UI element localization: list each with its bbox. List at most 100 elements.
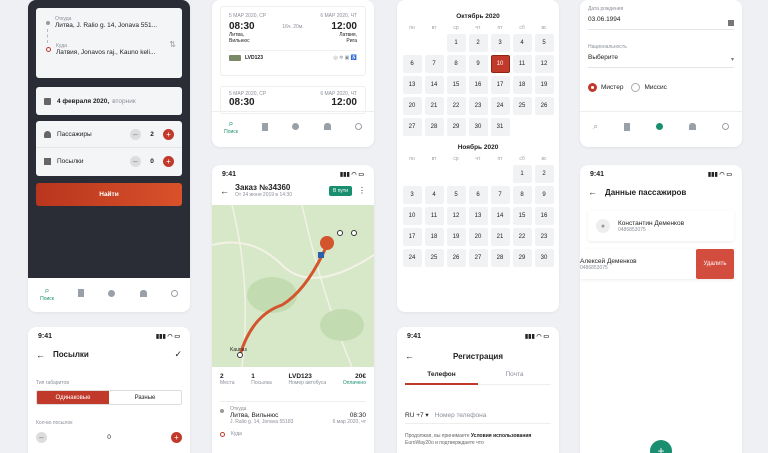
calendar-day[interactable]: 6 [468,186,488,204]
calendar-day[interactable]: 8 [512,186,532,204]
calendar-day[interactable]: 16 [534,207,554,225]
nav-search[interactable]: ⌕ Поиск [40,285,54,302]
passenger-item[interactable]: ● Константин Деменков 0486853075 [588,211,734,241]
find-button[interactable]: Найти [36,183,182,206]
add-passenger-button[interactable]: + [650,440,672,453]
calendar-day[interactable]: 12 [534,55,554,73]
calendar-day[interactable]: 28 [490,249,510,267]
route-map[interactable]: Kaunas [212,205,374,367]
type-diff-option[interactable]: Разные [109,391,181,404]
nav-tickets[interactable] [78,289,85,297]
calendar-day[interactable]: 2 [468,34,488,52]
calendar-day[interactable]: 14 [490,207,510,225]
country-code-select[interactable]: RU +7 ▾ [405,411,429,419]
calendar-day[interactable]: 19 [534,76,554,94]
nav-notifications[interactable] [688,123,696,130]
calendar-day[interactable]: 6 [402,55,422,73]
calendar-day[interactable]: 9 [468,55,488,73]
calendar-day[interactable]: 20 [468,228,488,246]
nav-search[interactable]: ⌕ [593,121,598,132]
passengers-minus-button[interactable]: – [130,128,141,140]
back-arrow-icon[interactable]: ← [588,187,597,197]
calendar-day[interactable]: 24 [402,249,422,267]
nav-tickets[interactable] [624,122,631,131]
dob-field[interactable]: Дата рождения 03.06.1994 [588,6,734,30]
calendar-day[interactable]: 3 [490,34,510,52]
calendar-day[interactable]: 25 [424,249,444,267]
calendar-day[interactable]: 17 [402,228,422,246]
nationality-field[interactable]: Национальность Выберите ▾ [588,44,734,68]
trip-card[interactable]: 5 МАР 2020, СР 6 МАР 2020, ЧТ 08:30 16ч.… [220,6,366,76]
gender-mr-radio[interactable]: Мистер [588,83,623,92]
calendar-day[interactable]: 3 [402,186,422,204]
calendar-day[interactable]: 26 [534,97,554,115]
parcels-minus-button[interactable]: – [130,156,141,167]
nav-notifications[interactable] [323,123,331,130]
calendar-day[interactable]: 15 [446,76,466,94]
calendar-day[interactable]: 12 [446,207,466,225]
delete-button[interactable]: Удалить [696,249,734,279]
trip-card[interactable]: 5 МАР 2020, СР 6 МАР 2020, ЧТ 08:30 12:0… [220,86,366,114]
calendar-day[interactable]: 22 [512,228,532,246]
count-minus-button[interactable]: – [36,432,47,443]
passengers-plus-button[interactable]: + [163,128,174,140]
calendar-day[interactable]: 14 [424,76,444,94]
calendar-day[interactable]: 10 [490,55,510,73]
calendar-day[interactable]: 15 [512,207,532,225]
calendar-day[interactable]: 24 [490,97,510,115]
calendar-day[interactable]: 8 [446,55,466,73]
calendar-day[interactable]: 22 [446,97,466,115]
back-arrow-icon[interactable]: ← [220,186,229,196]
calendar-day[interactable]: 5 [534,34,554,52]
calendar-day[interactable]: 25 [512,97,532,115]
nav-profile[interactable] [170,289,178,297]
nav-search[interactable]: ⌕ Поиск [224,118,238,135]
calendar-day[interactable]: 23 [468,97,488,115]
calendar-day[interactable]: 29 [512,249,532,267]
gender-mrs-radio[interactable]: Миссис [631,83,667,92]
calendar-day[interactable]: 30 [468,118,488,136]
calendar-day[interactable]: 4 [512,34,532,52]
calendar-day[interactable]: 16 [468,76,488,94]
calendar-day[interactable]: 1 [512,165,532,183]
calendar-day[interactable]: 26 [446,249,466,267]
calendar-day[interactable]: 7 [490,186,510,204]
calendar-day[interactable]: 30 [534,249,554,267]
nav-tickets[interactable] [262,122,269,131]
nav-profile[interactable] [721,123,729,130]
calendar-day[interactable]: 9 [534,186,554,204]
more-icon[interactable]: ⋮ [358,186,366,195]
tab-mail[interactable]: Почта [478,371,551,385]
calendar-day[interactable]: 2 [534,165,554,183]
calendar-day[interactable]: 28 [424,118,444,136]
calendar-day[interactable]: 1 [446,34,466,52]
parcels-plus-button[interactable]: + [163,156,174,167]
count-plus-button[interactable]: + [171,432,182,443]
back-arrow-icon[interactable]: ← [36,350,45,360]
tab-phone[interactable]: Телефон [405,371,478,385]
calendar-day[interactable]: 21 [490,228,510,246]
calendar-day[interactable]: 29 [446,118,466,136]
calendar-day[interactable]: 4 [424,186,444,204]
calendar-day[interactable]: 7 [424,55,444,73]
check-icon[interactable]: ✓ [174,349,182,360]
calendar-day[interactable]: 13 [402,76,422,94]
calendar-day[interactable]: 17 [490,76,510,94]
terms-link[interactable]: Условия использования [471,433,531,439]
nav-profile[interactable] [354,123,362,130]
swap-icon[interactable]: ⇅ [169,40,176,49]
nav-chat[interactable] [108,289,116,297]
nav-chat[interactable] [292,123,300,130]
calendar-day[interactable]: 13 [468,207,488,225]
calendar-day[interactable]: 27 [468,249,488,267]
nav-notifications[interactable] [139,289,147,297]
calendar-day[interactable]: 10 [402,207,422,225]
type-same-option[interactable]: Одинаковые [37,391,109,404]
calendar-day[interactable]: 27 [402,118,422,136]
calendar-day[interactable]: 31 [490,118,510,136]
route-box[interactable]: Откуда Литва, J. Ralio g. 14, Jonava 551… [36,8,182,78]
passenger-item-swiped[interactable]: Алексей Деменков 0486853075 Удалить [580,249,734,279]
calendar-day[interactable]: 5 [446,186,466,204]
date-field[interactable]: 4 февраля 2020, вторник [36,87,182,115]
calendar-day[interactable]: 23 [534,228,554,246]
